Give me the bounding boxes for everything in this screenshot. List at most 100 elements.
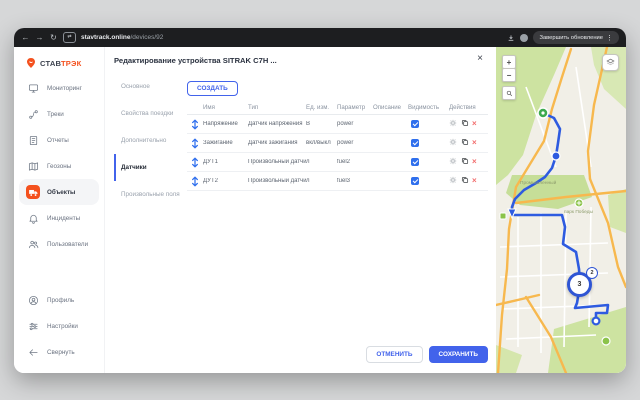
sensor-type: Датчик напряжения [248, 121, 306, 127]
route-point-marker[interactable] [552, 152, 560, 160]
map-search-button[interactable] [502, 86, 516, 100]
create-button[interactable]: СОЗДАТЬ [187, 81, 238, 96]
forward-icon[interactable]: → [35, 34, 44, 42]
close-icon[interactable]: × [477, 53, 483, 64]
modal-footer: ОТМЕНИТЬ СОХРАНИТЬ [366, 346, 488, 363]
sensor-type: Произвольный датчик [248, 159, 306, 165]
users-icon [26, 237, 40, 251]
sensors-panel: СОЗДАТЬ ИмяТипЕд. изм.ПараметрОписаниеВи… [187, 77, 488, 191]
row-actions: × [449, 157, 489, 167]
drag-handle-icon[interactable] [187, 138, 203, 149]
download-icon[interactable] [507, 34, 515, 42]
cluster-marker-2[interactable]: 2 [586, 267, 598, 279]
sidebar: СТАВТРЭК МониторингТрекиОтчетыГеозоныОбъ… [14, 47, 104, 373]
tab-свойства-поездки[interactable]: Свойства поездки [114, 100, 186, 127]
sensor-param: power [337, 140, 373, 146]
modal-title: Редактирование устройства SITRAK C7H ... [114, 56, 277, 65]
delete-icon[interactable]: × [472, 139, 477, 147]
calibration-icon[interactable] [449, 119, 457, 129]
browser-window: ← → ↻ ⇄ stavtrack.online/devices/92 Заве… [14, 28, 626, 373]
copy-icon[interactable] [461, 138, 469, 148]
sidebar-footer-nav: ПрофильНастройкиСвернуть [14, 287, 104, 365]
sidebar-item-label: Геозоны [47, 163, 71, 170]
sidebar-item-мониторинг[interactable]: Мониторинг [19, 75, 99, 101]
avatar[interactable] [520, 34, 528, 42]
copy-icon[interactable] [461, 157, 469, 167]
row-actions: × [449, 176, 489, 186]
column-header: Описание [373, 104, 408, 111]
tab-дополнительно[interactable]: Дополнительно [114, 127, 186, 154]
row-actions: × [449, 138, 489, 148]
visibility-checkbox[interactable] [411, 139, 419, 147]
sidebar-item-отчеты[interactable]: Отчеты [19, 127, 99, 153]
delete-icon[interactable]: × [472, 120, 477, 128]
incidents-icon [26, 211, 40, 225]
sidebar-item-объекты[interactable]: Объекты [19, 179, 99, 205]
route-end-marker[interactable] [593, 318, 600, 325]
sensor-type: Датчик зажигания [248, 140, 306, 146]
sensor-param: power [337, 121, 373, 127]
sidebar-item-треки[interactable]: Треки [19, 101, 99, 127]
sensor-unit: л [306, 159, 337, 165]
table-body: НапряжениеДатчик напряженияВpower×Зажига… [187, 115, 488, 191]
sidebar-item-label: Пользователи [47, 241, 88, 248]
sidebar-item-геозоны[interactable]: Геозоны [19, 153, 99, 179]
sidebar-item-пользователи[interactable]: Пользователи [19, 231, 99, 257]
kebab-icon[interactable]: ⋮ [606, 34, 613, 42]
collapse-icon [26, 345, 40, 359]
drag-handle-icon[interactable] [187, 119, 203, 130]
sensor-name: Напряжение [203, 121, 248, 127]
tab-датчики[interactable]: Датчики [114, 154, 186, 181]
back-icon[interactable]: ← [21, 34, 30, 42]
drag-handle-icon[interactable] [187, 176, 203, 187]
sensor-row: ДУТ2Произвольный датчиклfuel3× [187, 172, 488, 191]
sensor-row: ДУТ1Произвольный датчиклfuel2× [187, 153, 488, 172]
save-button[interactable]: СОХРАНИТЬ [429, 346, 488, 363]
objects-icon [26, 185, 40, 199]
settings-icon [26, 319, 40, 333]
tab-switcher-icon[interactable]: ⇄ [63, 32, 76, 43]
cancel-button[interactable]: ОТМЕНИТЬ [366, 346, 422, 363]
column-header: Параметр [337, 104, 373, 111]
layers-icon [606, 58, 615, 67]
refresh-icon[interactable]: ↻ [49, 34, 58, 42]
reports-icon [26, 133, 40, 147]
tracks-icon [26, 107, 40, 121]
layers-button[interactable] [602, 54, 619, 71]
tab-основное[interactable]: Основное [114, 73, 186, 100]
finish-update-button[interactable]: Завершить обновление ⋮ [533, 31, 619, 44]
browser-titlebar: ← → ↻ ⇄ stavtrack.online/devices/92 Заве… [14, 28, 626, 47]
calibration-icon[interactable] [449, 138, 457, 148]
sidebar-item-профиль[interactable]: Профиль [19, 287, 99, 313]
sensor-name: ДУТ1 [203, 159, 248, 165]
monitor-icon [26, 81, 40, 95]
sidebar-item-свернуть[interactable]: Свернуть [19, 339, 99, 365]
visibility-checkbox[interactable] [411, 177, 419, 185]
modal-tabs: ОсновноеСвойства поездкиДополнительноДат… [114, 73, 186, 208]
calibration-icon[interactable] [449, 157, 457, 167]
copy-icon[interactable] [461, 119, 469, 129]
url-bar[interactable]: stavtrack.online/devices/92 [81, 34, 502, 41]
sidebar-item-label: Объекты [47, 189, 75, 196]
sensor-name: ДУТ2 [203, 178, 248, 184]
visibility-checkbox[interactable] [411, 120, 419, 128]
square-poi-icon [500, 213, 506, 219]
zoom-out-button[interactable]: − [502, 68, 516, 82]
delete-icon[interactable]: × [472, 158, 477, 166]
drag-handle-icon[interactable] [187, 157, 203, 168]
zoom-in-button[interactable]: + [502, 55, 516, 69]
sensor-type: Произвольный датчик [248, 178, 306, 184]
sensor-row: ЗажиганиеДатчик зажиганиявкл/выклpower× [187, 134, 488, 153]
delete-icon[interactable]: × [472, 177, 477, 185]
row-actions: × [449, 119, 489, 129]
sidebar-item-label: Мониторинг [47, 85, 82, 92]
sidebar-item-инциденты[interactable]: Инциденты [19, 205, 99, 231]
column-header: Ед. изм. [306, 104, 337, 111]
finish-update-label: Завершить обновление [539, 35, 603, 41]
copy-icon[interactable] [461, 176, 469, 186]
visibility-checkbox[interactable] [411, 158, 419, 166]
sensor-param: fuel3 [337, 178, 373, 184]
calibration-icon[interactable] [449, 176, 457, 186]
sidebar-item-настройки[interactable]: Настройки [19, 313, 99, 339]
tab-произвольные-поля[interactable]: Произвольные поля [114, 181, 186, 208]
